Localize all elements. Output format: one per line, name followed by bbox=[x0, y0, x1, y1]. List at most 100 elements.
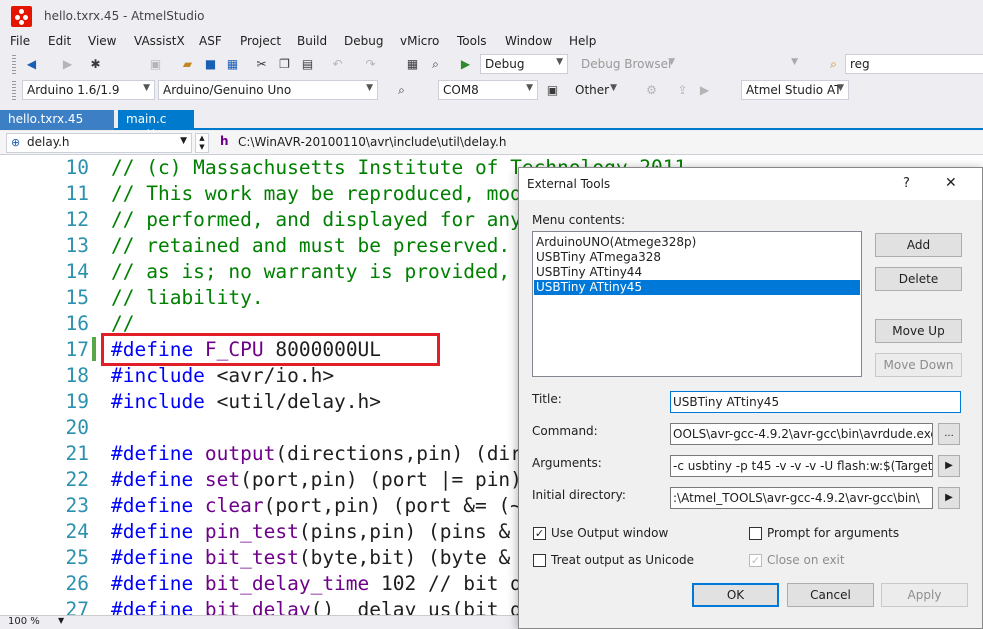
close-icon[interactable]: ✕ bbox=[945, 175, 957, 191]
forward-icon[interactable]: ▶ bbox=[60, 57, 75, 72]
menu-project[interactable]: Project bbox=[240, 34, 281, 48]
line-number: 10 bbox=[65, 156, 89, 179]
other-select[interactable]: Other ▼ bbox=[570, 80, 622, 100]
close-on-exit-checkbox[interactable]: ✓ bbox=[749, 554, 762, 567]
arguments-field[interactable]: -c usbtiny -p t45 -v -v -v -U flash:w:$(… bbox=[670, 455, 933, 477]
tab-hello-txrx[interactable]: hello.txrx.45 bbox=[0, 110, 114, 130]
add-button[interactable]: Add bbox=[875, 233, 962, 257]
initial-directory-menu-button[interactable]: ▶ bbox=[938, 487, 960, 509]
command-field[interactable]: OOLS\avr-gcc-4.9.2\avr-gcc\bin\avrdude.e… bbox=[670, 423, 933, 445]
title-bar: hello.txrx.45 - AtmelStudio bbox=[0, 0, 983, 32]
fcpu-highlight-box bbox=[101, 333, 440, 366]
redo-icon[interactable]: ↷ bbox=[363, 57, 378, 72]
menu-bar: File Edit View VAssistX ASF Project Buil… bbox=[0, 32, 983, 52]
line-number: 18 bbox=[65, 364, 89, 387]
delete-button[interactable]: Delete bbox=[875, 267, 962, 291]
menu-window[interactable]: Window bbox=[505, 34, 552, 48]
code-keyword: #define bbox=[111, 494, 194, 517]
board-select[interactable]: Arduino/Genuino Uno ▼ bbox=[158, 80, 378, 100]
arguments-label: Arguments: bbox=[532, 456, 602, 470]
undo-icon[interactable]: ↶ bbox=[330, 57, 345, 72]
code-line[interactable]: #include <avr/io.h> bbox=[111, 363, 334, 389]
save-all-icon[interactable]: ▦ bbox=[225, 57, 240, 72]
line-number: 11 bbox=[65, 182, 89, 205]
paste-icon[interactable]: ▤ bbox=[300, 57, 315, 72]
use-output-window-checkbox[interactable]: ✓ bbox=[533, 527, 546, 540]
tab-main-c[interactable]: main.c ⊸ ✕ bbox=[118, 110, 194, 140]
build-config-select[interactable]: Debug ▼ bbox=[480, 54, 568, 74]
back-icon[interactable]: ◀ bbox=[24, 57, 39, 72]
file-navigation-select[interactable]: ⊕ delay.h ▼ bbox=[6, 133, 192, 153]
code-line[interactable]: // liability. bbox=[111, 285, 264, 311]
treat-output-unicode-checkbox[interactable] bbox=[533, 554, 546, 567]
add-item-icon[interactable]: ▣ bbox=[148, 57, 163, 72]
ok-button[interactable]: OK bbox=[692, 583, 779, 607]
settings-gear-icon[interactable]: ⚙ bbox=[644, 83, 659, 98]
list-item[interactable]: USBTiny ATtiny44 bbox=[534, 265, 860, 280]
serial-search-icon[interactable]: ⌕ bbox=[394, 83, 409, 98]
header-file-icon: h bbox=[220, 134, 229, 148]
menu-tools[interactable]: Tools bbox=[457, 34, 487, 48]
find-in-files-icon[interactable]: ⌕ bbox=[826, 57, 841, 72]
standard-toolbar: ◀ ▶ ✱ ▣ ▰ ■ ▦ ✂ ❐ ▤ ↶ ↷ ▦ ⌕ ▶ Debug ▼ Deb… bbox=[0, 52, 983, 77]
code-identifier: set bbox=[193, 468, 241, 491]
apply-button[interactable]: Apply bbox=[881, 583, 968, 607]
menu-help[interactable]: Help bbox=[569, 34, 596, 48]
prompt-for-arguments-checkbox[interactable] bbox=[749, 527, 762, 540]
menu-vassistx[interactable]: VAssistX bbox=[134, 34, 185, 48]
solution-explorer-icon[interactable]: ▦ bbox=[405, 57, 420, 72]
menu-file[interactable]: File bbox=[10, 34, 30, 48]
platform-select[interactable]: ▼ bbox=[683, 54, 803, 74]
document-tabs: hello.txrx.45 main.c ⊸ ✕ bbox=[0, 108, 983, 140]
code-line[interactable]: #include <util/delay.h> bbox=[111, 389, 381, 415]
move-down-button[interactable]: Move Down bbox=[875, 353, 962, 377]
ide-select[interactable]: Atmel Studio AT ▼ bbox=[741, 80, 849, 100]
find-icon[interactable]: ⌕ bbox=[428, 57, 443, 72]
line-number: 25 bbox=[65, 546, 89, 569]
cut-icon[interactable]: ✂ bbox=[254, 57, 269, 72]
play-icon[interactable]: ▶ bbox=[697, 83, 712, 98]
arguments-menu-button[interactable]: ▶ bbox=[938, 455, 960, 477]
search-combo[interactable]: reg bbox=[845, 54, 983, 74]
line-number: 13 bbox=[65, 234, 89, 257]
serial-monitor-icon[interactable]: ▣ bbox=[545, 83, 560, 98]
port-select[interactable]: COM8 ▼ bbox=[438, 80, 538, 100]
initial-directory-label: Initial directory: bbox=[532, 488, 626, 502]
open-file-icon[interactable]: ▰ bbox=[180, 57, 195, 72]
menu-edit[interactable]: Edit bbox=[48, 34, 71, 48]
move-up-button[interactable]: Move Up bbox=[875, 319, 962, 343]
start-debugging-icon[interactable]: ▶ bbox=[458, 57, 473, 72]
menu-asf[interactable]: ASF bbox=[199, 34, 222, 48]
browse-button[interactable]: ... bbox=[938, 423, 960, 445]
help-icon[interactable]: ? bbox=[903, 176, 910, 191]
navigation-bar: ⊕ delay.h ▼ ▲ ▼ h C:\WinAVR-20100110\avr\i… bbox=[0, 131, 983, 155]
menu-vmicro[interactable]: vMicro bbox=[400, 34, 439, 48]
title-field[interactable]: USBTiny ATtiny45 bbox=[670, 391, 961, 413]
code-comment: // bbox=[111, 312, 135, 335]
menu-debug[interactable]: Debug bbox=[344, 34, 383, 48]
upload-icon[interactable]: ⇪ bbox=[675, 83, 690, 98]
cancel-button[interactable]: Cancel bbox=[787, 583, 874, 607]
line-number: 26 bbox=[65, 572, 89, 595]
menu-build[interactable]: Build bbox=[297, 34, 327, 48]
zoom-level[interactable]: 100 % bbox=[8, 616, 40, 627]
list-item[interactable]: ArduinoUNO(Atmege328p) bbox=[534, 235, 860, 250]
list-item[interactable]: USBTiny ATmega328 bbox=[534, 250, 860, 265]
new-project-icon[interactable]: ✱ bbox=[88, 57, 103, 72]
line-number: 24 bbox=[65, 520, 89, 543]
save-icon[interactable]: ■ bbox=[203, 57, 218, 72]
split-toggle-button[interactable]: ▲ ▼ bbox=[195, 133, 209, 153]
code-keyword: #define bbox=[111, 572, 194, 595]
toolbar-grip[interactable] bbox=[12, 81, 16, 100]
menu-view[interactable]: View bbox=[88, 34, 116, 48]
toolbar-grip[interactable] bbox=[12, 55, 16, 74]
list-item-selected[interactable]: USBTiny ATtiny45 bbox=[534, 280, 860, 295]
zoom-dropdown-icon[interactable]: ▼ bbox=[58, 616, 64, 625]
board-version-select[interactable]: Arduino 1.6/1.9 ▼ bbox=[22, 80, 155, 100]
initial-directory-field[interactable]: :\Atmel_TOOLS\avr-gcc-4.9.2\avr-gcc\bin\ bbox=[670, 487, 933, 509]
command-label: Command: bbox=[532, 424, 598, 438]
tools-listbox[interactable]: ArduinoUNO(Atmege328p) USBTiny ATmega328… bbox=[532, 231, 862, 377]
debug-browser-select[interactable]: Debug Browser ▼ bbox=[576, 54, 680, 74]
dialog-title: External Tools bbox=[527, 177, 611, 191]
copy-icon[interactable]: ❐ bbox=[277, 57, 292, 72]
